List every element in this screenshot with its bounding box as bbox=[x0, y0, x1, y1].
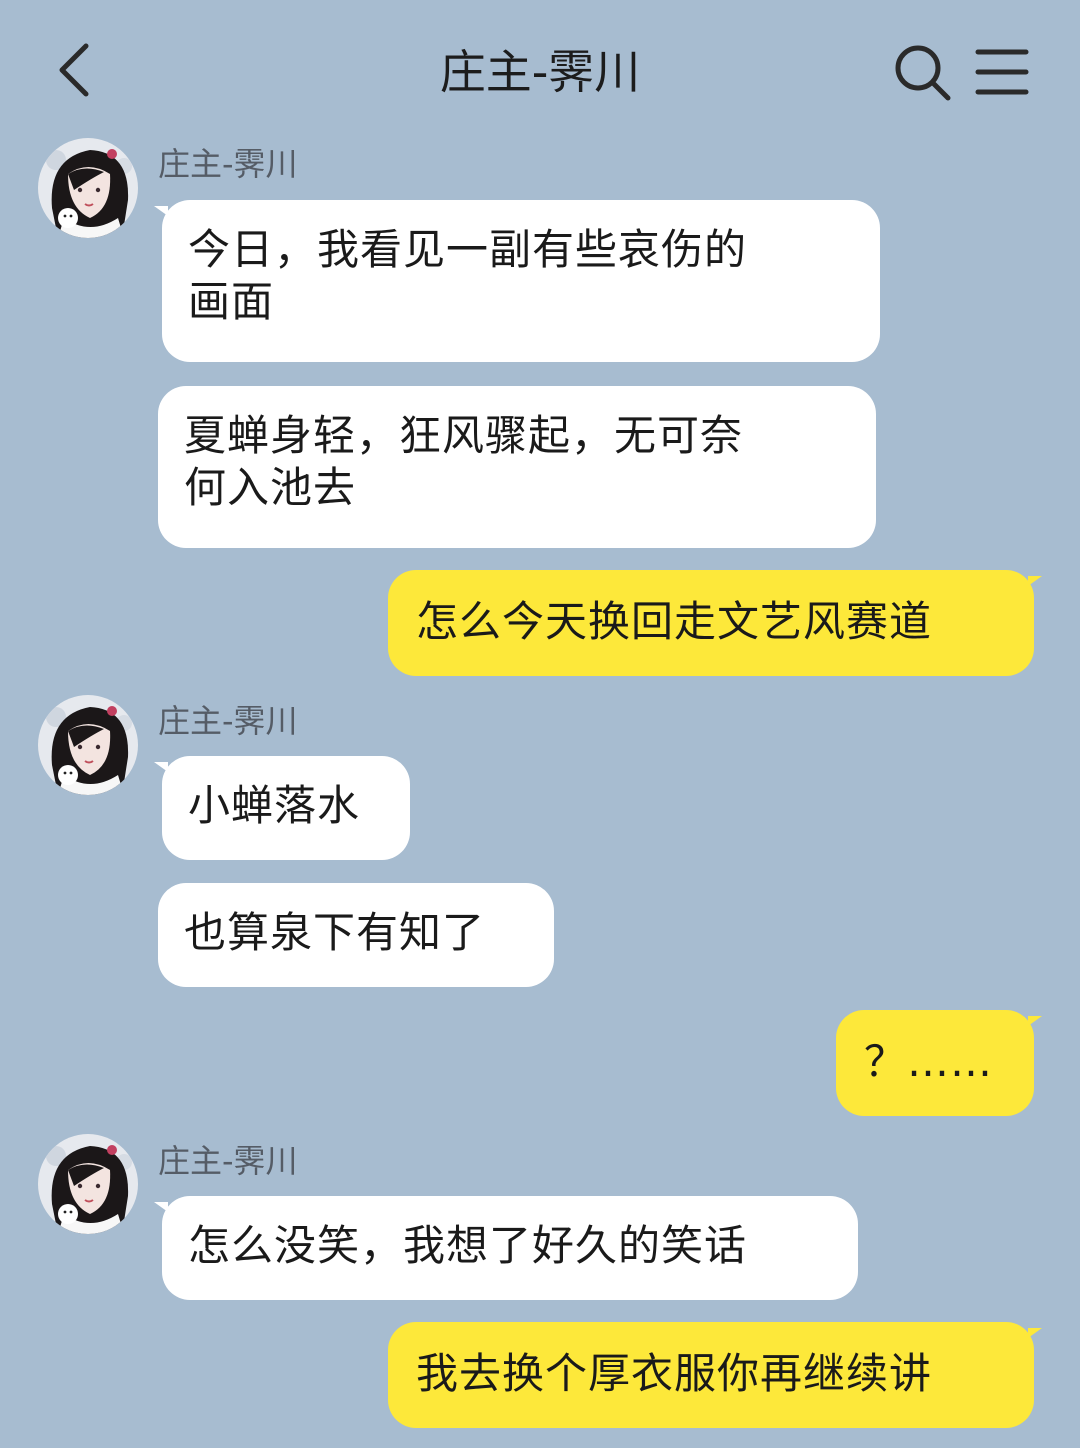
bubble-tail bbox=[154, 762, 168, 772]
message-text-line: 何入池去 bbox=[184, 463, 357, 512]
bubble-tail bbox=[1028, 1016, 1042, 1026]
message-text: ？…… bbox=[864, 1037, 994, 1086]
sender-name: 庄主-霁川 bbox=[158, 1142, 298, 1180]
sender-name: 庄主-霁川 bbox=[158, 145, 298, 183]
back-icon bbox=[59, 43, 89, 97]
avatar[interactable] bbox=[38, 138, 138, 238]
message-text-line: 夏蝉身轻，狂风骤起，无可奈 bbox=[184, 411, 744, 460]
message-bubble-incoming[interactable]: 怎么没笑，我想了好久的笑话 bbox=[154, 1196, 858, 1300]
message-text: 我去换个厚衣服你再继续讲 bbox=[416, 1349, 933, 1398]
bubble-tail bbox=[154, 1202, 168, 1212]
message-bubble-incoming[interactable]: 夏蝉身轻，狂风骤起，无可奈 何入池去 bbox=[158, 386, 876, 548]
sender-name: 庄主-霁川 bbox=[158, 702, 298, 740]
message-text: 怎么今天换回走文艺风赛道 bbox=[416, 597, 933, 646]
menu-icon bbox=[975, 49, 1029, 95]
message-text-line: 画面 bbox=[188, 277, 275, 326]
menu-button[interactable] bbox=[970, 42, 1034, 102]
message-bubble-incoming[interactable]: 今日，我看见一副有些哀伤的 画面 bbox=[154, 200, 880, 362]
message-bubble-outgoing[interactable]: ？…… bbox=[836, 1010, 1042, 1116]
back-button[interactable] bbox=[48, 36, 112, 104]
bubble-tail bbox=[1028, 576, 1042, 586]
search-button[interactable] bbox=[890, 40, 954, 104]
message-text: 小蝉落水 bbox=[188, 781, 361, 830]
message-text: 怎么没笑，我想了好久的笑话 bbox=[188, 1221, 748, 1270]
bubble-tail bbox=[1028, 1328, 1042, 1338]
chat-header: 庄主-霁川 bbox=[0, 0, 1080, 140]
bubble-tail bbox=[154, 206, 168, 216]
chat-title: 庄主-霁川 bbox=[439, 45, 641, 99]
message-text-line: 今日，我看见一副有些哀伤的 bbox=[188, 225, 748, 274]
message-bubble-incoming[interactable]: 小蝉落水 bbox=[154, 756, 410, 860]
message-bubble-outgoing[interactable]: 怎么今天换回走文艺风赛道 bbox=[388, 570, 1042, 676]
search-icon bbox=[895, 45, 951, 101]
avatar[interactable] bbox=[38, 1134, 138, 1234]
message-bubble-outgoing[interactable]: 我去换个厚衣服你再继续讲 bbox=[388, 1322, 1042, 1428]
message-bubble-incoming[interactable]: 也算泉下有知了 bbox=[158, 883, 554, 987]
message-text: 也算泉下有知了 bbox=[184, 908, 486, 957]
avatar[interactable] bbox=[38, 695, 138, 795]
